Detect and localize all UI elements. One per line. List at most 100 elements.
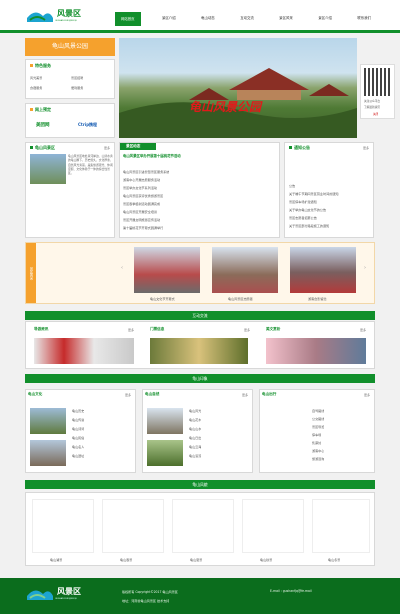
essay-image[interactable] xyxy=(266,338,366,364)
service-title-text: 特色服务 xyxy=(35,63,51,68)
news-item[interactable]: 龟山风景区开展安全培训 xyxy=(123,209,157,214)
travel-item[interactable]: 售票处 xyxy=(312,440,321,445)
service-icon xyxy=(30,64,33,67)
news-item[interactable]: 景区春季植树活动圆满完成 xyxy=(123,201,160,206)
nature-item[interactable]: 龟山云海 xyxy=(189,444,201,449)
partner-icon xyxy=(30,108,33,111)
nature-item[interactable]: 龟山风光 xyxy=(189,408,201,413)
meituan-logo[interactable]: 美团网 xyxy=(36,122,50,128)
footer-logo-emblem-icon xyxy=(27,590,53,600)
gallery-thumb[interactable] xyxy=(242,499,304,553)
nature-image[interactable] xyxy=(147,408,183,434)
culture-item[interactable]: 龟山传说 xyxy=(72,417,84,422)
guide-more-link[interactable]: 更多 xyxy=(128,328,134,332)
footer-logo-text: 风景区 xyxy=(57,586,81,596)
scroll-right-arrow-icon[interactable]: › xyxy=(364,265,366,271)
notice-item[interactable]: 关于端午节期间景区营业时间的通知 xyxy=(289,191,339,196)
nature-item[interactable]: 龟山日出 xyxy=(189,435,201,440)
gallery-thumb[interactable] xyxy=(32,499,94,553)
news-headline[interactable]: 龟山风景区举办开展第十届桃花节活动 xyxy=(123,153,181,158)
logo[interactable]: 风景区 GUSHAN FENGJINGQU xyxy=(25,6,95,26)
news-item[interactable]: 龟山风景区引进智慧景区服务系统 xyxy=(123,169,169,174)
nav-about[interactable]: 景区介绍 xyxy=(314,12,336,26)
gallery-title: 龟山风貌 xyxy=(192,482,208,487)
gallery-thumb[interactable] xyxy=(172,499,234,553)
activity-photo[interactable] xyxy=(134,247,200,293)
interact-panel: 导游资讯 更多 门票信息 更多 美文赏析 更多 xyxy=(25,321,375,369)
ticket-more-link[interactable]: 更多 xyxy=(244,328,250,332)
gallery-panel: 龟山湖景 龟山春景 龟山夏景 龟山秋景 龟山冬景 xyxy=(25,492,375,566)
travel-item[interactable]: 停车场 xyxy=(312,432,321,437)
news-item[interactable]: 第十届桃花节开幕式圆满举行 xyxy=(123,225,163,230)
culture-item[interactable]: 龟山遗址 xyxy=(72,453,84,458)
nav-contact[interactable]: 联系我们 xyxy=(353,12,375,26)
ctrip-logo[interactable]: Ctrip携程 xyxy=(78,122,97,128)
travel-more-link[interactable]: 更多 xyxy=(364,393,370,397)
notice-item[interactable]: 景区志愿者招募公告 xyxy=(289,215,317,220)
travel-item[interactable]: 游客中心 xyxy=(312,448,324,453)
ticket-image[interactable] xyxy=(150,338,248,364)
news-panel: 景区动态 龟山风景区举办开展第十届桃花节活动 龟山风景区引进智慧景区服务系统 游… xyxy=(119,142,280,238)
service-item[interactable]: 景区招聘 xyxy=(71,75,83,80)
hero-overlay-text: 龟山风景公园 xyxy=(189,100,262,114)
culture-item[interactable]: 龟山历史 xyxy=(72,408,84,413)
gallery-caption: 龟山湖景 xyxy=(50,558,63,562)
culture-image[interactable] xyxy=(30,408,66,434)
nature-panel: 龟山自然 更多 龟山风光 龟山花木 龟山山水 龟山日出 龟山云海 龟山溪流 xyxy=(142,389,253,473)
culture-item[interactable]: 龟山诗词 xyxy=(72,426,84,431)
culture-image[interactable] xyxy=(30,440,66,466)
scroll-left-arrow-icon[interactable]: ‹ xyxy=(121,265,123,271)
activity-photo[interactable] xyxy=(212,247,278,293)
nav-scenery[interactable]: 景区风采 xyxy=(275,12,297,26)
travel-item[interactable]: 自驾路线 xyxy=(312,408,324,413)
nav-intro[interactable]: 景区介绍 xyxy=(158,12,180,26)
interact-title: 互动交流 xyxy=(192,313,208,318)
notice-item[interactable]: 关于景区部分路段施工的通知 xyxy=(289,223,329,228)
intro-panel: 龟山风景区 更多 龟山风景区地处黄河岸边、山清水秀的龟山脚下，历史悠久，文化厚重… xyxy=(25,142,115,238)
essay-title: 美文赏析 xyxy=(266,327,281,331)
activity-photo[interactable] xyxy=(290,247,356,293)
service-item[interactable]: 便利服务 xyxy=(71,85,83,90)
activity-title: 景区风采 xyxy=(26,243,36,303)
notice-item[interactable]: 公告 xyxy=(289,183,295,188)
culture-item[interactable]: 龟山名人 xyxy=(72,444,84,449)
nature-image[interactable] xyxy=(147,440,183,466)
gallery-thumb[interactable] xyxy=(102,499,164,553)
guide-image[interactable] xyxy=(34,338,134,364)
hero-scene xyxy=(119,68,357,138)
culture-more-link[interactable]: 更多 xyxy=(125,393,131,397)
sidebar-banner-text: 龟山风景公园 xyxy=(51,43,88,50)
nav-home[interactable]: 网站首页 xyxy=(115,12,141,26)
travel-item[interactable]: 旅游咨询 xyxy=(312,456,324,461)
logo-text: 风景区 xyxy=(57,8,81,18)
footer-logo-subtext: GUSHAN FENGJINGQU xyxy=(55,598,78,600)
logo-subtext: GUSHAN FENGJINGQU xyxy=(55,20,78,22)
activity-caption: 龟山风景区志愿者 xyxy=(228,297,253,301)
culture-item[interactable]: 龟山民俗 xyxy=(72,435,84,440)
qr-close-button[interactable]: 关闭 xyxy=(373,112,378,116)
service-item[interactable]: 风光美景 xyxy=(30,75,42,80)
travel-item[interactable]: 景区导览 xyxy=(312,424,324,429)
travel-item[interactable]: 公交路线 xyxy=(312,416,324,421)
essay-more-link[interactable]: 更多 xyxy=(360,328,366,332)
notice-more-link[interactable]: 更多 xyxy=(363,146,369,150)
gallery-thumb[interactable] xyxy=(312,499,370,553)
guide-title: 导游资讯 xyxy=(34,327,49,331)
nature-more-link[interactable]: 更多 xyxy=(242,393,248,397)
notice-item[interactable]: 景区停车场扩建通知 xyxy=(289,199,317,204)
service-title: 特色服务 xyxy=(30,63,51,69)
nature-item[interactable]: 龟山花木 xyxy=(189,417,201,422)
news-item[interactable]: 游客中心开展志愿服务活动 xyxy=(123,177,160,182)
service-item[interactable]: 食宿服务 xyxy=(30,85,42,90)
nav-interact[interactable]: 互动交流 xyxy=(236,12,258,26)
activity-caption: 龟山文化节开幕式 xyxy=(150,297,175,301)
news-item[interactable]: 景区举办文化节系列活动 xyxy=(123,185,157,190)
notice-item[interactable]: 关于举办龟山文化节的公告 xyxy=(289,207,326,212)
intro-more-link[interactable]: 更多 xyxy=(104,146,110,150)
news-item[interactable]: 龟山风景区获评优秀旅游景区 xyxy=(123,193,163,198)
gallery-caption: 龟山夏景 xyxy=(190,558,203,562)
nature-item[interactable]: 龟山山水 xyxy=(189,426,201,431)
nav-news[interactable]: 龟山动态 xyxy=(197,12,219,26)
nature-item[interactable]: 龟山溪流 xyxy=(189,453,201,458)
news-item[interactable]: 景区开展文明旅游宣传活动 xyxy=(123,217,160,222)
